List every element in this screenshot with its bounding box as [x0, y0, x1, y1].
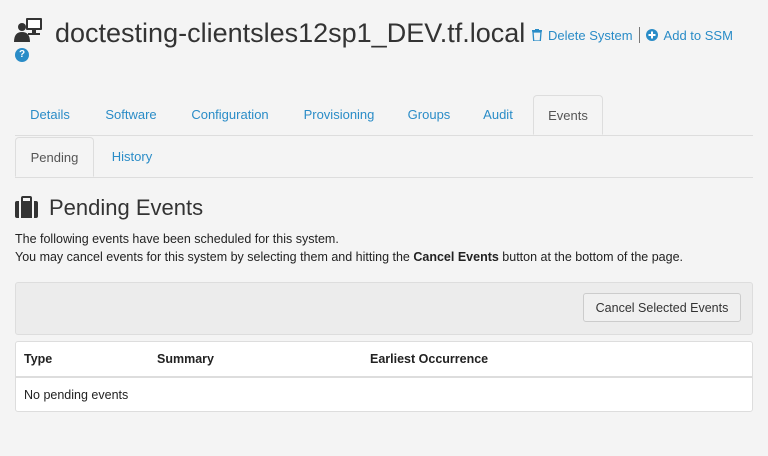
delete-system-link[interactable]: Delete System — [532, 28, 633, 43]
cancel-events-emphasis: Cancel Events — [413, 250, 499, 264]
trash-icon — [532, 29, 542, 41]
column-header-earliest-occurrence[interactable]: Earliest Occurrence — [370, 352, 488, 366]
primary-tabs: Details Software Configuration Provision… — [15, 95, 753, 136]
events-toolbar: Cancel Selected Events — [15, 282, 753, 335]
pending-events-table: Type Summary Earliest Occurrence No pend… — [15, 341, 753, 412]
column-header-type[interactable]: Type — [24, 352, 52, 366]
description-suffix: button at the bottom of the page. — [498, 250, 683, 264]
tab-pending[interactable]: Pending — [15, 137, 94, 177]
help-icon[interactable]: ? — [15, 48, 29, 62]
add-to-ssm-link[interactable]: Add to SSM — [645, 27, 733, 43]
tab-audit[interactable]: Audit — [469, 95, 527, 134]
tab-configuration[interactable]: Configuration — [179, 95, 281, 134]
tab-software[interactable]: Software — [91, 95, 171, 134]
description-line-1: The following events have been scheduled… — [15, 232, 339, 246]
action-divider — [638, 27, 640, 43]
tab-provisioning[interactable]: Provisioning — [291, 95, 387, 134]
empty-table-message: No pending events — [24, 388, 129, 402]
table-header-divider — [16, 376, 752, 378]
description-line-2: You may cancel events for this system by… — [15, 250, 683, 264]
tab-details[interactable]: Details — [15, 95, 85, 134]
add-to-ssm-label: Add to SSM — [663, 27, 733, 43]
header-actions: Delete System Add to SSM — [532, 26, 733, 44]
page-title: doctesting-clientsles12sp1_DEV.tf.local — [55, 18, 526, 48]
cancel-selected-events-button[interactable]: Cancel Selected Events — [583, 293, 741, 322]
tab-groups[interactable]: Groups — [397, 95, 461, 134]
description-prefix: You may cancel events for this system by… — [15, 250, 414, 264]
delete-system-label: Delete System — [548, 27, 633, 43]
tab-history[interactable]: History — [99, 137, 165, 176]
host-computer-icon — [14, 18, 42, 42]
plus-circle-icon — [645, 29, 658, 41]
tab-events[interactable]: Events — [533, 95, 603, 135]
suitcase-icon — [15, 196, 38, 218]
secondary-tabs: Pending History — [15, 137, 753, 178]
column-header-summary[interactable]: Summary — [157, 352, 214, 366]
section-title: Pending Events — [49, 195, 204, 220]
